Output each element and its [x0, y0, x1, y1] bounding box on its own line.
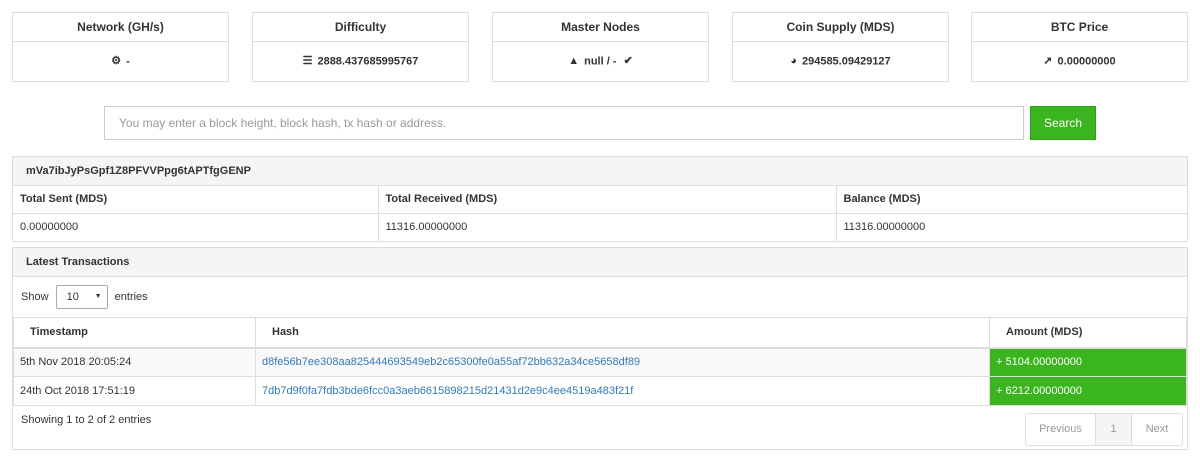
transactions-table: Timestamp Hash Amount (MDS) 5th Nov 2018… — [13, 317, 1187, 406]
stat-title: Coin Supply (MDS) — [733, 13, 948, 42]
stat-coin-supply: Coin Supply (MDS) ◕ 294585.09429127 — [732, 12, 949, 82]
stat-value: null / - — [584, 55, 617, 68]
tx-hash-link[interactable]: 7db7d9f0fa7fdb3bde6fcc0a3aeb6615898215d2… — [262, 385, 633, 397]
page-size-select[interactable]: 10 ▼ — [55, 285, 108, 310]
page-1-button[interactable]: 1 — [1096, 414, 1132, 445]
search-input[interactable] — [104, 106, 1024, 140]
transactions-heading: Latest Transactions — [13, 248, 1187, 277]
pagination: Previous 1 Next — [1025, 413, 1183, 446]
stat-btc-price: BTC Price ➚ 0.00000000 — [971, 12, 1188, 82]
column-amount[interactable]: Amount (MDS) — [989, 317, 1187, 349]
table-row: 5th Nov 2018 20:05:24 d8fe56b7ee308aa825… — [13, 347, 1187, 377]
stat-value: 294585.09429127 — [801, 55, 891, 68]
stat-value: 0.00000000 — [1057, 55, 1116, 68]
tx-timestamp: 5th Nov 2018 20:05:24 — [13, 347, 256, 377]
total-received-value: 11316.00000000 — [378, 213, 837, 241]
sliders-icon: ☰ — [302, 55, 313, 67]
show-label: Show — [21, 291, 49, 303]
stat-value: - — [126, 55, 130, 68]
previous-button[interactable]: Previous — [1026, 414, 1096, 445]
stat-difficulty: Difficulty ☰ 2888.437685995767 — [252, 12, 469, 82]
table-footer — [12, 404, 1188, 450]
stat-value: 2888.437685995767 — [317, 55, 419, 68]
rocket-icon: ➚ — [1043, 55, 1053, 67]
total-sent-header: Total Sent (MDS) — [13, 186, 379, 214]
page-size-value: 10 — [66, 291, 79, 304]
stat-master-nodes: Master Nodes ▲ null / - ✔ — [492, 12, 709, 82]
balance-header: Balance (MDS) — [836, 186, 1187, 214]
check-circle-icon: ✔ — [623, 55, 633, 67]
warning-icon: ▲ — [568, 55, 580, 67]
stat-title: Network (GH/s) — [13, 13, 228, 42]
stat-network: Network (GH/s) ⚙ - — [12, 12, 229, 82]
table-row: 24th Oct 2018 17:51:19 7db7d9f0fa7fdb3bd… — [13, 376, 1187, 406]
tx-amount: + 6212.00000000 — [989, 376, 1187, 406]
column-timestamp[interactable]: Timestamp — [13, 317, 256, 349]
entries-label: entries — [114, 291, 148, 303]
stat-title: Difficulty — [253, 13, 468, 42]
pie-chart-icon: ◕ — [790, 55, 797, 67]
total-sent-value: 0.00000000 — [13, 213, 379, 241]
cogs-icon: ⚙ — [111, 55, 122, 67]
tx-timestamp: 24th Oct 2018 17:51:19 — [13, 376, 256, 406]
address-panel: mVa7ibJyPsGpf1Z8PFVVPpg6tAPTfgGENP Total… — [12, 156, 1188, 242]
chevron-down-icon: ▼ — [94, 293, 102, 301]
address-summary-table: Total Sent (MDS) Total Received (MDS) Ba… — [13, 186, 1187, 241]
table-info: Showing 1 to 2 of 2 entries — [21, 414, 152, 426]
stat-title: Master Nodes — [493, 13, 708, 42]
balance-value: 11316.00000000 — [843, 221, 926, 234]
address-hash: mVa7ibJyPsGpf1Z8PFVVPpg6tAPTfgGENP — [13, 157, 1187, 186]
next-button[interactable]: Next — [1132, 414, 1182, 445]
search-button[interactable]: Search — [1030, 106, 1096, 140]
page-size-control: Show 10 ▼ entries — [21, 284, 148, 310]
tx-hash-link[interactable]: d8fe56b7ee308aa825444693549eb2c65300fe0a… — [262, 356, 640, 368]
column-hash[interactable]: Hash — [255, 317, 990, 349]
stat-title: BTC Price — [972, 13, 1187, 42]
total-received-header: Total Received (MDS) — [378, 186, 837, 214]
tx-amount: + 5104.00000000 — [989, 347, 1187, 377]
